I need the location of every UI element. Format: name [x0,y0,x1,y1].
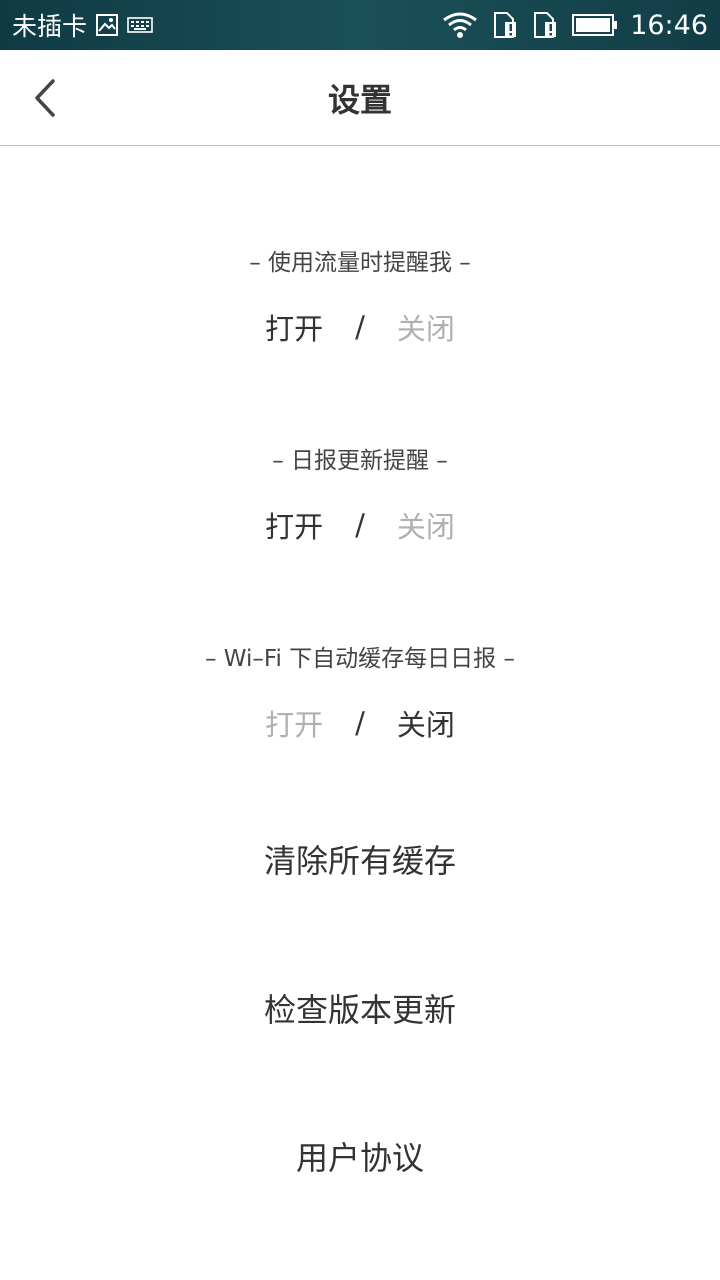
sim-alert-icon [492,11,518,39]
title-bar: 设置 [0,50,720,146]
wifi-auto-cache-toggle: 打开 / 关闭 [0,702,720,744]
wifi-icon [442,11,478,39]
page-title: 设置 [327,80,392,119]
data-usage-on-option[interactable]: 打开 [265,306,323,348]
check-update-button[interactable]: 检查版本更新 [0,985,720,1031]
data-usage-off-option[interactable]: 关闭 [397,306,455,348]
wifi-auto-cache-label: – Wi–Fi 下自动缓存每日日报 – [204,646,515,672]
data-usage-reminder-label: – 使用流量时提醒我 – [249,250,471,276]
wifi-cache-on-option[interactable]: 打开 [265,702,323,744]
status-bar-left: 未插卡 [12,0,153,50]
toggle-separator: / [355,508,365,542]
battery-icon [572,13,618,37]
daily-update-on-option[interactable]: 打开 [265,504,323,546]
toggle-separator: / [355,706,365,740]
daily-update-reminder-toggle: 打开 / 关闭 [0,504,720,546]
status-bar-right: 16:46 [428,0,708,50]
keyboard-icon [127,15,153,35]
wifi-cache-off-option[interactable]: 关闭 [397,702,455,744]
data-usage-reminder-toggle: 打开 / 关闭 [0,306,720,348]
status-bar: 未插卡 16:46 [0,0,720,50]
carrier-label: 未插卡 [12,12,88,41]
clear-cache-button[interactable]: 清除所有缓存 [0,836,720,882]
toggle-separator: / [355,310,365,344]
image-icon [95,13,119,37]
daily-update-reminder-label: – 日报更新提醒 – [272,448,448,474]
daily-update-off-option[interactable]: 关闭 [397,504,455,546]
clock: 16:46 [630,9,708,41]
user-agreement-link[interactable]: 用户协议 [0,1133,720,1179]
sim-alert-icon [532,11,558,39]
